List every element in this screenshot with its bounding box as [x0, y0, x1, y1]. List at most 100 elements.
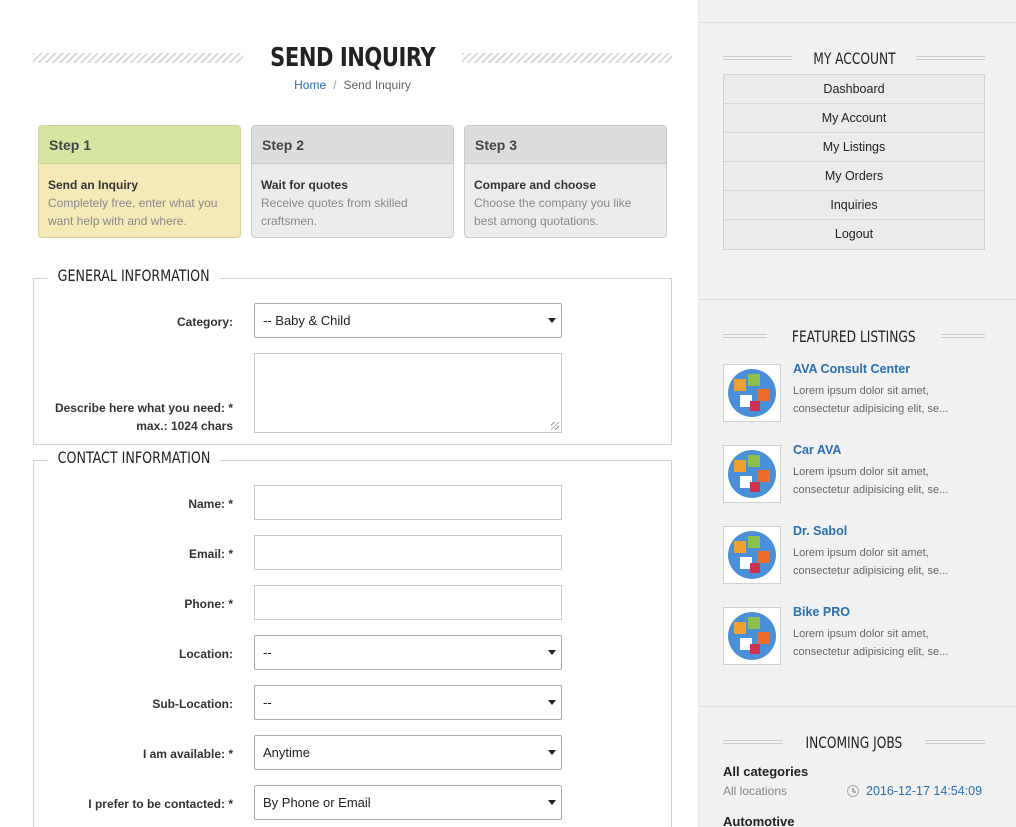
menu-item-inquiries[interactable]: Inquiries: [724, 191, 984, 220]
listing-thumbnail[interactable]: [723, 526, 781, 584]
job-timestamp: 2016-12-17 14:54:09: [847, 784, 982, 798]
chevron-down-icon: [548, 800, 556, 805]
step-1-desc: Completely free, enter what you want hel…: [48, 196, 218, 228]
sidebar: MY ACCOUNT Dashboard My Account My Listi…: [698, 0, 1016, 827]
chevron-down-icon: [548, 318, 556, 323]
job-category[interactable]: All categories: [723, 764, 808, 779]
listing-description: Lorem ipsum dolor sit amet, consectetur …: [793, 547, 949, 577]
available-label: I am available: *: [142, 747, 233, 761]
incoming-jobs-heading: INCOMING JOBS: [723, 730, 986, 754]
general-information-section: GENERAL INFORMATION Category: -- Baby & …: [33, 266, 672, 445]
my-account-heading: MY ACCOUNT: [723, 46, 985, 70]
email-input[interactable]: [254, 535, 562, 570]
breadcrumb: Home / Send Inquiry: [33, 78, 672, 92]
featured-listing[interactable]: Car AVA Lorem ipsum dolor sit amet, cons…: [723, 443, 993, 507]
heading-line-right: [916, 56, 985, 60]
job-category[interactable]: Automotive: [723, 814, 795, 827]
contact-preference-select[interactable]: By Phone or Email: [254, 785, 562, 820]
breadcrumb-separator: /: [333, 78, 337, 92]
listing-description: Lorem ipsum dolor sit amet, consectetur …: [793, 385, 949, 415]
featured-listings-heading: FEATURED LISTINGS: [723, 324, 986, 348]
listing-thumbnail[interactable]: [723, 364, 781, 422]
sidebar-divider: [699, 706, 1016, 707]
phone-input[interactable]: [254, 585, 562, 620]
sidebar-divider: [699, 22, 1016, 23]
step-1-card: Step 1 Send an Inquiry Completely free, …: [38, 125, 241, 238]
listing-thumbnail[interactable]: [723, 607, 781, 665]
menu-item-dashboard[interactable]: Dashboard: [724, 75, 984, 104]
step-2-title: Wait for quotes: [261, 178, 348, 192]
menu-item-my-account[interactable]: My Account: [724, 104, 984, 133]
featured-listing[interactable]: Dr. Sabol Lorem ipsum dolor sit amet, co…: [723, 524, 993, 588]
featured-listing[interactable]: Bike PRO Lorem ipsum dolor sit amet, con…: [723, 605, 993, 669]
contact-preference-select-value: By Phone or Email: [263, 795, 371, 810]
listing-name-link[interactable]: Dr. Sabol: [793, 524, 847, 538]
email-label: Email: *: [188, 547, 233, 561]
heading-line-left: [723, 56, 792, 60]
clock-icon: [847, 785, 859, 797]
location-select[interactable]: --: [254, 635, 562, 670]
heading-line-left: [723, 334, 768, 338]
my-account-title: MY ACCOUNT: [812, 48, 896, 68]
describe-hint: max.: 1024 chars: [136, 419, 233, 433]
featured-listing[interactable]: AVA Consult Center Lorem ipsum dolor sit…: [723, 362, 993, 426]
name-label: Name: *: [188, 497, 233, 511]
heading-line-left: [723, 740, 784, 744]
sublocation-select-value: --: [263, 695, 272, 710]
name-input[interactable]: [254, 485, 562, 520]
sidebar-divider: [699, 299, 1016, 300]
account-menu: Dashboard My Account My Listings My Orde…: [723, 74, 985, 250]
chevron-down-icon: [548, 650, 556, 655]
available-select-value: Anytime: [263, 745, 310, 760]
step-3-label: Step 3: [465, 126, 666, 164]
describe-textarea[interactable]: [254, 353, 562, 433]
category-label: Category:: [176, 315, 233, 329]
menu-item-logout[interactable]: Logout: [724, 220, 984, 249]
page-title-row: SEND INQUIRY: [33, 38, 672, 78]
breadcrumb-current: Send Inquiry: [343, 78, 411, 92]
listing-thumbnail[interactable]: [723, 445, 781, 503]
featured-listings-title: FEATURED LISTINGS: [792, 326, 916, 346]
listing-description: Lorem ipsum dolor sit amet, consectetur …: [793, 628, 949, 658]
available-select[interactable]: Anytime: [254, 735, 562, 770]
chevron-down-icon: [548, 750, 556, 755]
listing-description: Lorem ipsum dolor sit amet, consectetur …: [793, 466, 949, 496]
menu-item-my-orders[interactable]: My Orders: [724, 162, 984, 191]
listing-name-link[interactable]: AVA Consult Center: [793, 362, 910, 376]
step-3-title: Compare and choose: [474, 178, 597, 192]
phone-label: Phone: *: [184, 597, 233, 611]
page-title: SEND INQUIRY: [269, 43, 436, 73]
category-select[interactable]: -- Baby & Child: [254, 303, 562, 338]
listing-name-link[interactable]: Car AVA: [793, 443, 841, 457]
chevron-down-icon: [548, 700, 556, 705]
breadcrumb-home-link[interactable]: Home: [294, 78, 326, 92]
main-content: SEND INQUIRY Home / Send Inquiry Step 1 Se…: [0, 0, 698, 827]
menu-item-my-listings[interactable]: My Listings: [724, 133, 984, 162]
sublocation-select[interactable]: --: [254, 685, 562, 720]
location-select-value: --: [263, 645, 272, 660]
step-1-title: Send an Inquiry: [48, 178, 139, 192]
step-3-card: Step 3 Compare and choose Choose the com…: [464, 125, 667, 238]
step-2-desc: Receive quotes from skilled craftsmen.: [261, 196, 408, 228]
contact-information-legend: CONTACT INFORMATION: [48, 448, 220, 467]
step-3-desc: Choose the company you like best among q…: [474, 196, 632, 228]
sublocation-label: Sub-Location:: [152, 697, 233, 711]
heading-line-right: [924, 740, 986, 744]
listing-name-link[interactable]: Bike PRO: [793, 605, 850, 619]
heading-line-right: [940, 334, 986, 338]
contact-preference-label: I prefer to be contacted: *: [88, 797, 233, 811]
job-location: All locations: [723, 784, 788, 798]
step-2-card: Step 2 Wait for quotes Receive quotes fr…: [251, 125, 454, 238]
resize-handle-icon[interactable]: [551, 422, 559, 430]
general-information-legend: GENERAL INFORMATION: [48, 266, 220, 285]
job-timestamp-text[interactable]: 2016-12-17 14:54:09: [866, 784, 982, 798]
category-select-value: -- Baby & Child: [263, 313, 351, 328]
title-decoration-left: [33, 53, 243, 63]
incoming-jobs-title: INCOMING JOBS: [805, 732, 903, 752]
describe-label: Describe here what you need: *: [54, 401, 233, 415]
contact-information-section: CONTACT INFORMATION Name: * Email: * Pho…: [33, 448, 672, 827]
step-2-label: Step 2: [252, 126, 453, 164]
location-label: Location:: [179, 647, 233, 661]
title-decoration-right: [462, 53, 672, 63]
step-1-label: Step 1: [39, 126, 240, 164]
